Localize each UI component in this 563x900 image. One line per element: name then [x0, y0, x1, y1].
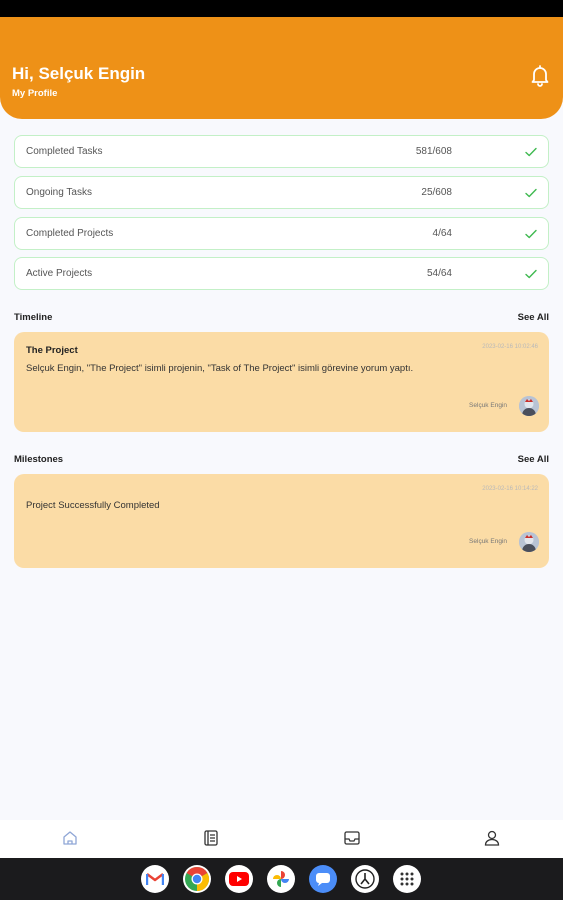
- milestone-card-date: 2023-02-16 10:14:22: [482, 486, 538, 492]
- tasks-icon[interactable]: [202, 829, 220, 847]
- milestones-title: Milestones: [14, 454, 64, 465]
- timeline-see-all-button[interactable]: See All: [518, 312, 549, 323]
- stat-value: 25/608: [421, 187, 452, 198]
- photos-icon[interactable]: [267, 865, 295, 893]
- app-drawer-icon[interactable]: [393, 865, 421, 893]
- system-dock: [0, 858, 563, 900]
- stat-label: Completed Projects: [26, 228, 114, 239]
- timeline-card-text: Selçuk Engin, "The Project" isimli proje…: [26, 363, 414, 374]
- bottom-navigation: [0, 820, 563, 858]
- greeting-title: Hi, Selçuk Engin: [12, 64, 146, 83]
- check-icon: [525, 188, 537, 198]
- profile-icon[interactable]: [483, 829, 501, 847]
- clock-icon[interactable]: [351, 865, 379, 893]
- stat-value: 4/64: [432, 228, 452, 239]
- avatar: [519, 532, 539, 552]
- avatar-illustration-icon: [519, 396, 539, 416]
- stat-completed-tasks: Completed Tasks 581/608: [14, 135, 549, 168]
- timeline-card-title: The Project: [26, 345, 78, 356]
- milestone-card[interactable]: 2023-02-16 10:14:22 Project Successfully…: [14, 474, 549, 568]
- stat-ongoing-tasks: Ongoing Tasks 25/608: [14, 176, 549, 209]
- projects-icon[interactable]: [343, 829, 361, 847]
- timeline-card-date: 2023-02-16 10:02:46: [482, 344, 538, 350]
- messages-icon[interactable]: [309, 865, 337, 893]
- stat-label: Ongoing Tasks: [26, 187, 92, 198]
- my-profile-link[interactable]: My Profile: [12, 88, 57, 99]
- chrome-icon[interactable]: [183, 865, 211, 893]
- milestones-see-all-button[interactable]: See All: [518, 454, 549, 465]
- app-screen: Hi, Selçuk Engin My Profile Completed Ta…: [0, 17, 563, 858]
- stat-value: 581/608: [415, 146, 452, 157]
- check-icon: [525, 229, 537, 239]
- stat-label: Active Projects: [26, 268, 93, 279]
- check-icon: [525, 147, 537, 157]
- stat-label: Completed Tasks: [26, 146, 103, 157]
- gmail-icon[interactable]: [141, 865, 169, 893]
- timeline-card-author: Selçuk Engin: [469, 402, 507, 409]
- milestone-card-author: Selçuk Engin: [469, 538, 507, 545]
- home-icon[interactable]: [61, 829, 79, 847]
- timeline-card[interactable]: The Project 2023-02-16 10:02:46 Selçuk E…: [14, 332, 549, 432]
- check-icon: [525, 269, 537, 279]
- stat-value: 54/64: [426, 268, 452, 279]
- avatar: [519, 396, 539, 416]
- milestone-card-text: Project Successfully Completed: [26, 500, 160, 511]
- timeline-title: Timeline: [14, 312, 53, 323]
- profile-header: Hi, Selçuk Engin My Profile: [0, 17, 563, 119]
- avatar-illustration-icon: [519, 532, 539, 552]
- bell-icon[interactable]: [528, 63, 552, 87]
- youtube-icon[interactable]: [225, 865, 253, 893]
- stat-active-projects: Active Projects 54/64: [14, 257, 549, 290]
- stat-completed-projects: Completed Projects 4/64: [14, 217, 549, 250]
